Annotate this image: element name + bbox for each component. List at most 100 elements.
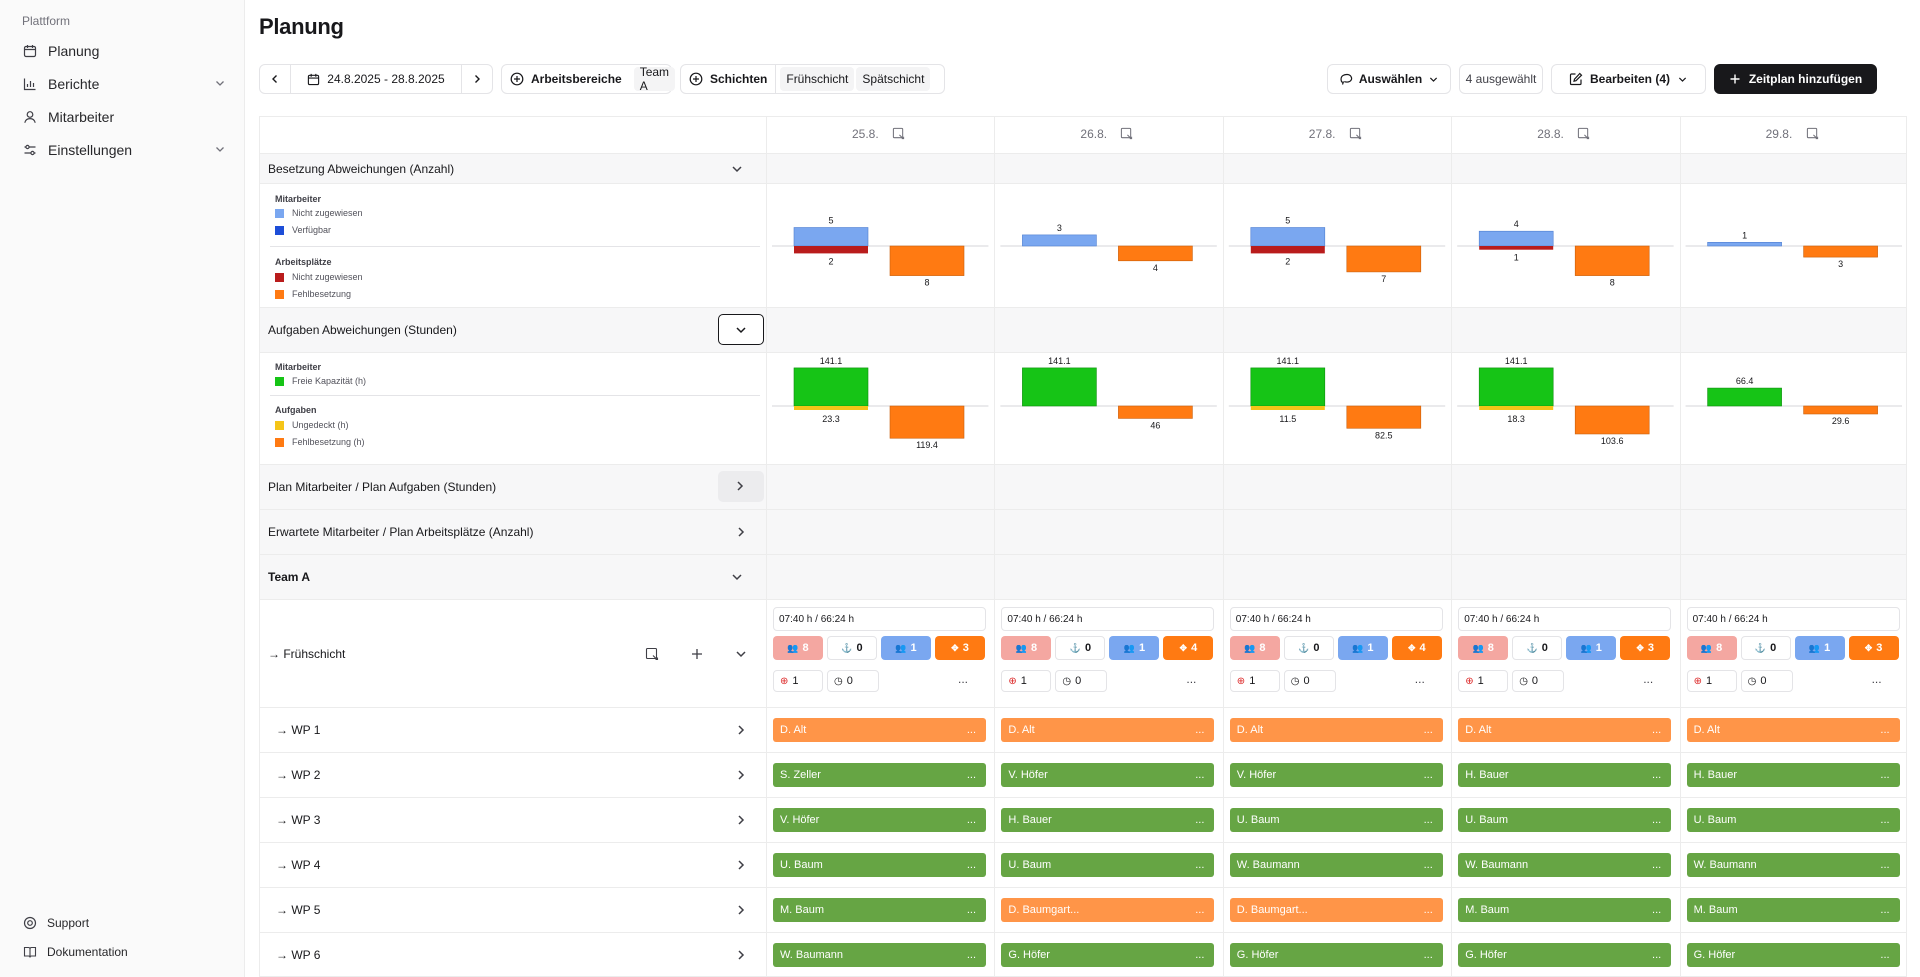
clock-count[interactable]: ◷ 0 [1740, 670, 1793, 692]
assignment-pill[interactable]: U. Baum... [1686, 808, 1900, 832]
shift-chip-spaet[interactable]: Spätschicht [856, 67, 931, 91]
pill-more-button[interactable]: ... [1880, 814, 1889, 826]
pill-more-button[interactable]: ... [1424, 859, 1433, 871]
pill-more-button[interactable]: ... [1880, 949, 1889, 961]
team-filter-chip[interactable]: Team A [633, 65, 676, 93]
assignment-pill[interactable]: G. Höfer... [1229, 943, 1443, 967]
assignment-pill[interactable]: U. Baum... [773, 853, 986, 877]
sidebar-item-planung[interactable]: Planung [22, 37, 227, 65]
assignment-pill[interactable]: D. Baumgart...... [1229, 898, 1443, 922]
chevron-down-icon[interactable] [734, 647, 748, 661]
sidebar-item-berichte[interactable]: Berichte [22, 70, 227, 98]
assignment-pill[interactable]: W. Baumann... [1458, 853, 1672, 877]
pill-more-button[interactable]: ... [967, 904, 976, 916]
stat-available[interactable]: ⚓ 0 [1512, 636, 1563, 660]
assignment-pill[interactable]: D. Alt... [773, 718, 986, 742]
pill-more-button[interactable]: ... [967, 769, 976, 781]
stat-missing[interactable]: ✥ 4 [1391, 636, 1442, 660]
pill-more-button[interactable]: ... [1424, 769, 1433, 781]
bearbeiten-dropdown[interactable]: Bearbeiten (4) [1551, 64, 1706, 94]
stat-missing[interactable]: ✥ 4 [1163, 636, 1214, 660]
more-options-button[interactable]: ... [958, 672, 968, 686]
stat-assigned[interactable]: 👥 1 [1794, 636, 1845, 660]
sidebar-item-einstellungen[interactable]: Einstellungen [22, 136, 227, 164]
schedule-note-icon[interactable] [645, 647, 659, 661]
section-plan-mitarbeiter[interactable]: Plan Mitarbeiter / Plan Aufgaben (Stunde… [260, 464, 1906, 509]
assignment-pill[interactable]: M. Baum... [773, 898, 986, 922]
pill-more-button[interactable]: ... [1652, 859, 1661, 871]
pill-more-button[interactable]: ... [1195, 814, 1204, 826]
stat-assigned[interactable]: 👥 1 [1566, 636, 1617, 660]
stat-unassigned[interactable]: 👥 8 [773, 636, 823, 660]
assignment-pill[interactable]: W. Baumann... [1686, 853, 1900, 877]
stat-available[interactable]: ⚓ 0 [1283, 636, 1334, 660]
pill-more-button[interactable]: ... [1424, 724, 1433, 736]
day-note-icon[interactable] [1120, 127, 1133, 140]
alert-count[interactable]: ⊕ 1 [1001, 670, 1052, 692]
assignment-pill[interactable]: W. Baumann... [773, 943, 986, 967]
clock-count[interactable]: ◷ 0 [827, 670, 879, 692]
chevron-right-icon[interactable] [734, 948, 748, 962]
assignment-pill[interactable]: D. Alt... [1458, 718, 1672, 742]
clock-count[interactable]: ◷ 0 [1283, 670, 1336, 692]
assignment-pill[interactable]: H. Bauer... [1001, 808, 1215, 832]
assignment-pill[interactable]: M. Baum... [1686, 898, 1900, 922]
expand-plan-button[interactable] [718, 471, 764, 502]
more-options-button[interactable]: ... [1643, 672, 1653, 686]
stat-available[interactable]: ⚓ 0 [827, 636, 877, 660]
alert-count[interactable]: ⊕ 1 [1229, 670, 1280, 692]
assignment-pill[interactable]: D. Alt... [1686, 718, 1900, 742]
prev-week-button[interactable] [260, 65, 290, 93]
stat-missing[interactable]: ✥ 3 [935, 636, 985, 660]
assignment-pill[interactable]: V. Höfer... [1001, 763, 1215, 787]
shift-chip-frueh[interactable]: Frühschicht [780, 67, 855, 91]
stat-assigned[interactable]: 👥 1 [881, 636, 931, 660]
pill-more-button[interactable]: ... [967, 859, 976, 871]
pill-more-button[interactable]: ... [1652, 769, 1661, 781]
pill-more-button[interactable]: ... [1195, 904, 1204, 916]
chevron-right-icon[interactable] [734, 813, 748, 827]
more-options-button[interactable]: ... [1186, 672, 1196, 686]
stat-unassigned[interactable]: 👥 8 [1458, 636, 1509, 660]
assignment-pill[interactable]: H. Bauer... [1458, 763, 1672, 787]
section-besetzung[interactable]: Besetzung Abweichungen (Anzahl) [260, 153, 1906, 183]
day-note-icon[interactable] [892, 127, 905, 140]
section-aufgaben[interactable]: Aufgaben Abweichungen (Stunden) [260, 307, 1906, 352]
pill-more-button[interactable]: ... [1424, 949, 1433, 961]
chevron-right-icon[interactable] [734, 903, 748, 917]
stat-assigned[interactable]: 👥 1 [1109, 636, 1160, 660]
pill-more-button[interactable]: ... [1195, 949, 1204, 961]
collapse-aufgaben-button[interactable] [718, 314, 764, 345]
pill-more-button[interactable]: ... [967, 814, 976, 826]
pill-more-button[interactable]: ... [967, 949, 976, 961]
assignment-pill[interactable]: U. Baum... [1229, 808, 1443, 832]
assignment-pill[interactable]: V. Höfer... [1229, 763, 1443, 787]
arbeitsbereiche-button[interactable]: Arbeitsbereiche [502, 65, 630, 93]
alert-count[interactable]: ⊕ 1 [1458, 670, 1509, 692]
pill-more-button[interactable]: ... [1880, 904, 1889, 916]
pill-more-button[interactable]: ... [1880, 724, 1889, 736]
pill-more-button[interactable]: ... [1195, 859, 1204, 871]
more-options-button[interactable]: ... [1872, 672, 1882, 686]
assignment-pill[interactable]: G. Höfer... [1686, 943, 1900, 967]
chevron-right-icon[interactable] [734, 858, 748, 872]
pill-more-button[interactable]: ... [1195, 724, 1204, 736]
assignment-pill[interactable]: V. Höfer... [773, 808, 986, 832]
alert-count[interactable]: ⊕ 1 [773, 670, 823, 692]
pill-more-button[interactable]: ... [1880, 769, 1889, 781]
stat-available[interactable]: ⚓ 0 [1740, 636, 1791, 660]
pill-more-button[interactable]: ... [1652, 814, 1661, 826]
assignment-pill[interactable]: S. Zeller... [773, 763, 986, 787]
pill-more-button[interactable]: ... [1195, 769, 1204, 781]
auswaehlen-dropdown[interactable]: Auswählen [1327, 64, 1451, 94]
date-range-button[interactable]: 24.8.2025 - 28.8.2025 [291, 65, 461, 93]
stat-missing[interactable]: ✥ 3 [1848, 636, 1899, 660]
stat-unassigned[interactable]: 👥 8 [1686, 636, 1737, 660]
assignment-pill[interactable]: D. Alt... [1001, 718, 1215, 742]
clock-count[interactable]: ◷ 0 [1055, 670, 1108, 692]
assignment-pill[interactable]: D. Baumgart...... [1001, 898, 1215, 922]
day-note-icon[interactable] [1577, 127, 1590, 140]
assignment-pill[interactable]: G. Höfer... [1458, 943, 1672, 967]
pill-more-button[interactable]: ... [1424, 814, 1433, 826]
add-shift-button[interactable] [690, 647, 704, 661]
